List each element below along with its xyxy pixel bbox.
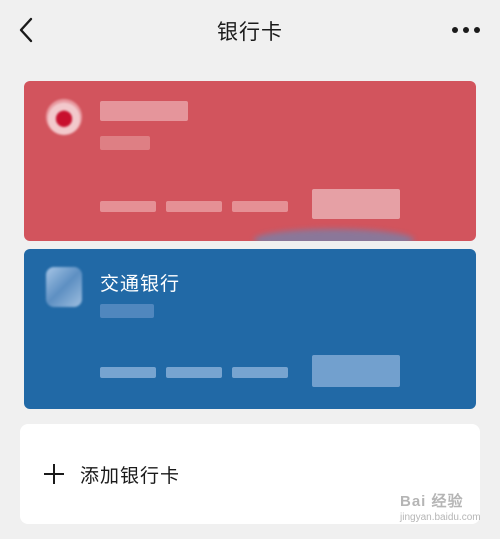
page-title: 银行卡 — [217, 20, 283, 44]
top-nav-bar: 银行卡 — [0, 0, 500, 62]
back-button[interactable] — [12, 14, 40, 46]
bank-logo-icon — [46, 99, 82, 135]
more-dots-icon — [452, 27, 458, 33]
blurred-card-type — [100, 136, 150, 150]
bank-card-red[interactable] — [24, 81, 476, 241]
plus-icon — [44, 464, 64, 484]
card-overlap-shadow — [254, 229, 414, 241]
blurred-card-number-segment — [232, 201, 288, 212]
blurred-card-number-segment — [166, 367, 222, 378]
watermark-text: Bai 经验 — [400, 493, 464, 510]
add-bank-card-label: 添加银行卡 — [80, 464, 181, 487]
blurred-card-number-segment — [166, 201, 222, 212]
watermark-url: jingyan.baidu.com — [400, 512, 481, 523]
blurred-card-number-segment — [100, 367, 156, 378]
chevron-left-icon — [19, 17, 33, 43]
bank-name: 交通银行 — [100, 273, 181, 295]
baidu-jingyan-watermark: Bai 经验 jingyan.baidu.com — [400, 486, 490, 530]
blurred-card-type — [100, 304, 154, 318]
blurred-card-number-tail — [312, 189, 400, 219]
blurred-bank-name — [100, 101, 188, 121]
more-button[interactable] — [452, 18, 480, 42]
more-dots-icon — [463, 27, 469, 33]
bank-logo-icon — [46, 267, 82, 307]
more-dots-icon — [474, 27, 480, 33]
blurred-card-number-tail — [312, 355, 400, 387]
bank-card-bocom[interactable]: 交通银行 — [24, 249, 476, 409]
blurred-card-number-segment — [100, 201, 156, 212]
bank-cards-page: 银行卡 交通银行 添加银行卡 Bai 经验 jingyan.baidu.com — [0, 0, 500, 539]
blurred-card-number-segment — [232, 367, 288, 378]
